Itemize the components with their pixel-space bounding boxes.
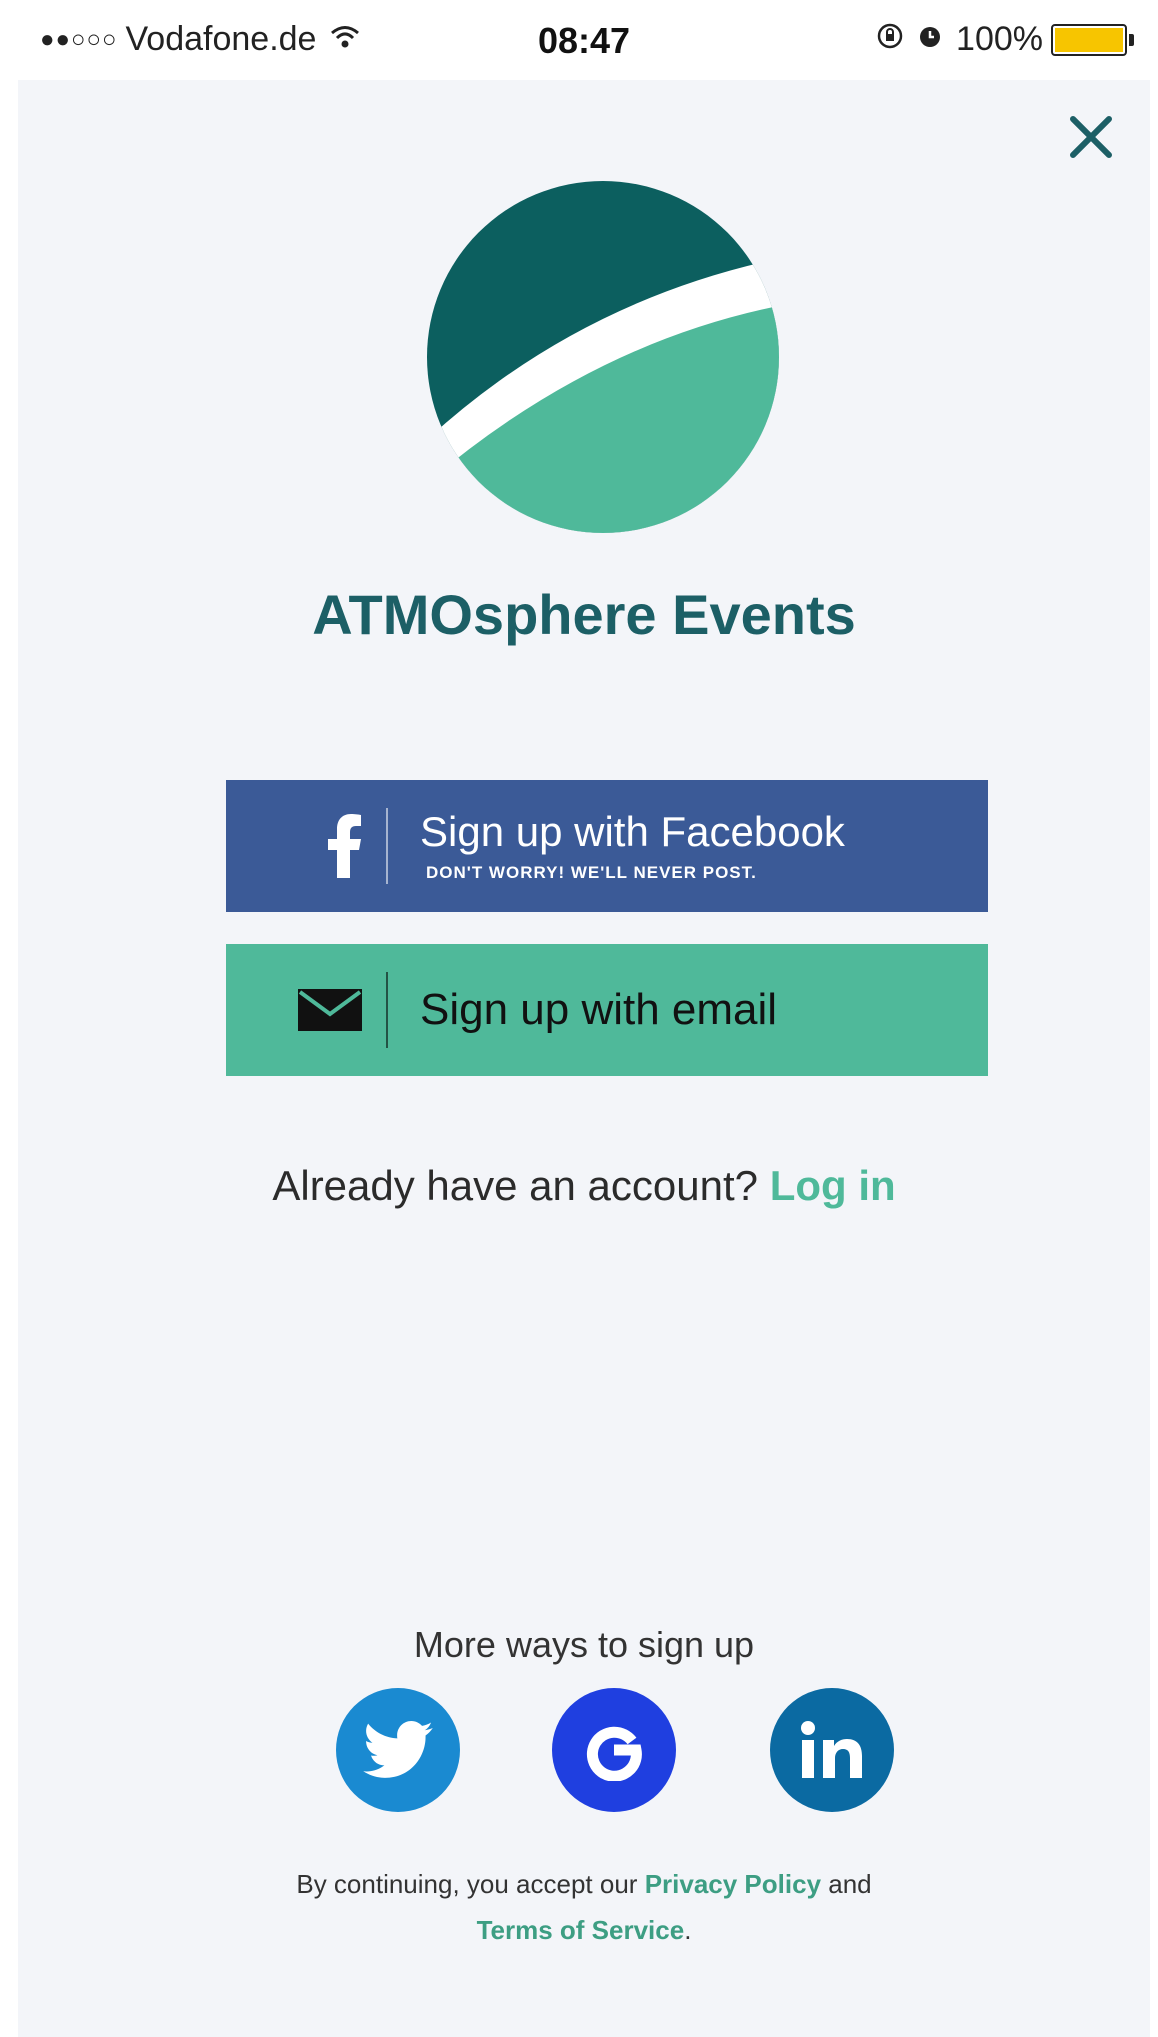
envelope-icon [298, 989, 362, 1031]
close-icon [1070, 116, 1112, 158]
app-name: ATMOsphere Events [312, 583, 856, 646]
facebook-icon [328, 814, 361, 878]
status-bar-left: ●●○○○ Vodafone.de [40, 20, 360, 59]
login-prompt: Already have an account? Log in [18, 1162, 1150, 1210]
email-signup-button[interactable]: Sign up with email [226, 944, 988, 1076]
privacy-policy-link[interactable]: Privacy Policy [645, 1869, 821, 1899]
facebook-button-sublabel: DON'T WORRY! WE'LL NEVER POST. [426, 863, 757, 883]
legal-text: By continuing, you accept our Privacy Po… [18, 1862, 1150, 1953]
terms-of-service-link[interactable]: Terms of Service [477, 1915, 685, 1945]
envelope-icon-wrap [226, 989, 386, 1031]
email-button-text: Sign up with email [388, 985, 777, 1035]
facebook-button-text: Sign up with Facebook DON'T WORRY! WE'LL… [388, 807, 845, 883]
legal-prefix: By continuing, you accept our [296, 1869, 645, 1899]
twitter-signup-button[interactable] [336, 1688, 460, 1812]
google-icon [586, 1726, 642, 1781]
status-bar: ●●○○○ Vodafone.de 08:47 100% [18, 0, 1150, 80]
signal-strength: ●●○○○ [40, 25, 118, 53]
facebook-button-label: Sign up with Facebook [420, 807, 845, 855]
status-bar-right: 100% [876, 20, 1134, 59]
linkedin-signup-button[interactable] [770, 1688, 894, 1812]
more-ways-title: More ways to sign up [413, 1624, 755, 1665]
battery-icon [1051, 23, 1127, 56]
login-link[interactable]: Log in [770, 1162, 896, 1209]
battery-percent: 100% [956, 20, 1043, 58]
atmosphere-logo-icon [426, 180, 780, 534]
status-time: 08:47 [538, 20, 631, 61]
email-button-label: Sign up with email [420, 985, 778, 1034]
twitter-icon [363, 1721, 433, 1778]
carrier-name: Vodafone.de [125, 20, 317, 58]
orientation-lock-icon [876, 22, 904, 57]
signup-screen: ●●○○○ Vodafone.de 08:47 100% ATMOsphere … [18, 0, 1150, 2037]
linkedin-icon [801, 1721, 862, 1778]
facebook-icon-wrap [226, 814, 386, 878]
battery-tip [1129, 33, 1134, 46]
google-signup-button[interactable] [552, 1688, 676, 1812]
battery-fill [1055, 27, 1123, 52]
close-button[interactable] [1056, 102, 1126, 172]
login-prompt-text: Already have an account? [272, 1162, 770, 1209]
facebook-signup-button[interactable]: Sign up with Facebook DON'T WORRY! WE'LL… [226, 780, 988, 912]
alarm-icon [916, 22, 944, 57]
wifi-icon [330, 24, 360, 55]
legal-suffix: . [684, 1914, 692, 1945]
legal-middle: and [821, 1869, 872, 1899]
